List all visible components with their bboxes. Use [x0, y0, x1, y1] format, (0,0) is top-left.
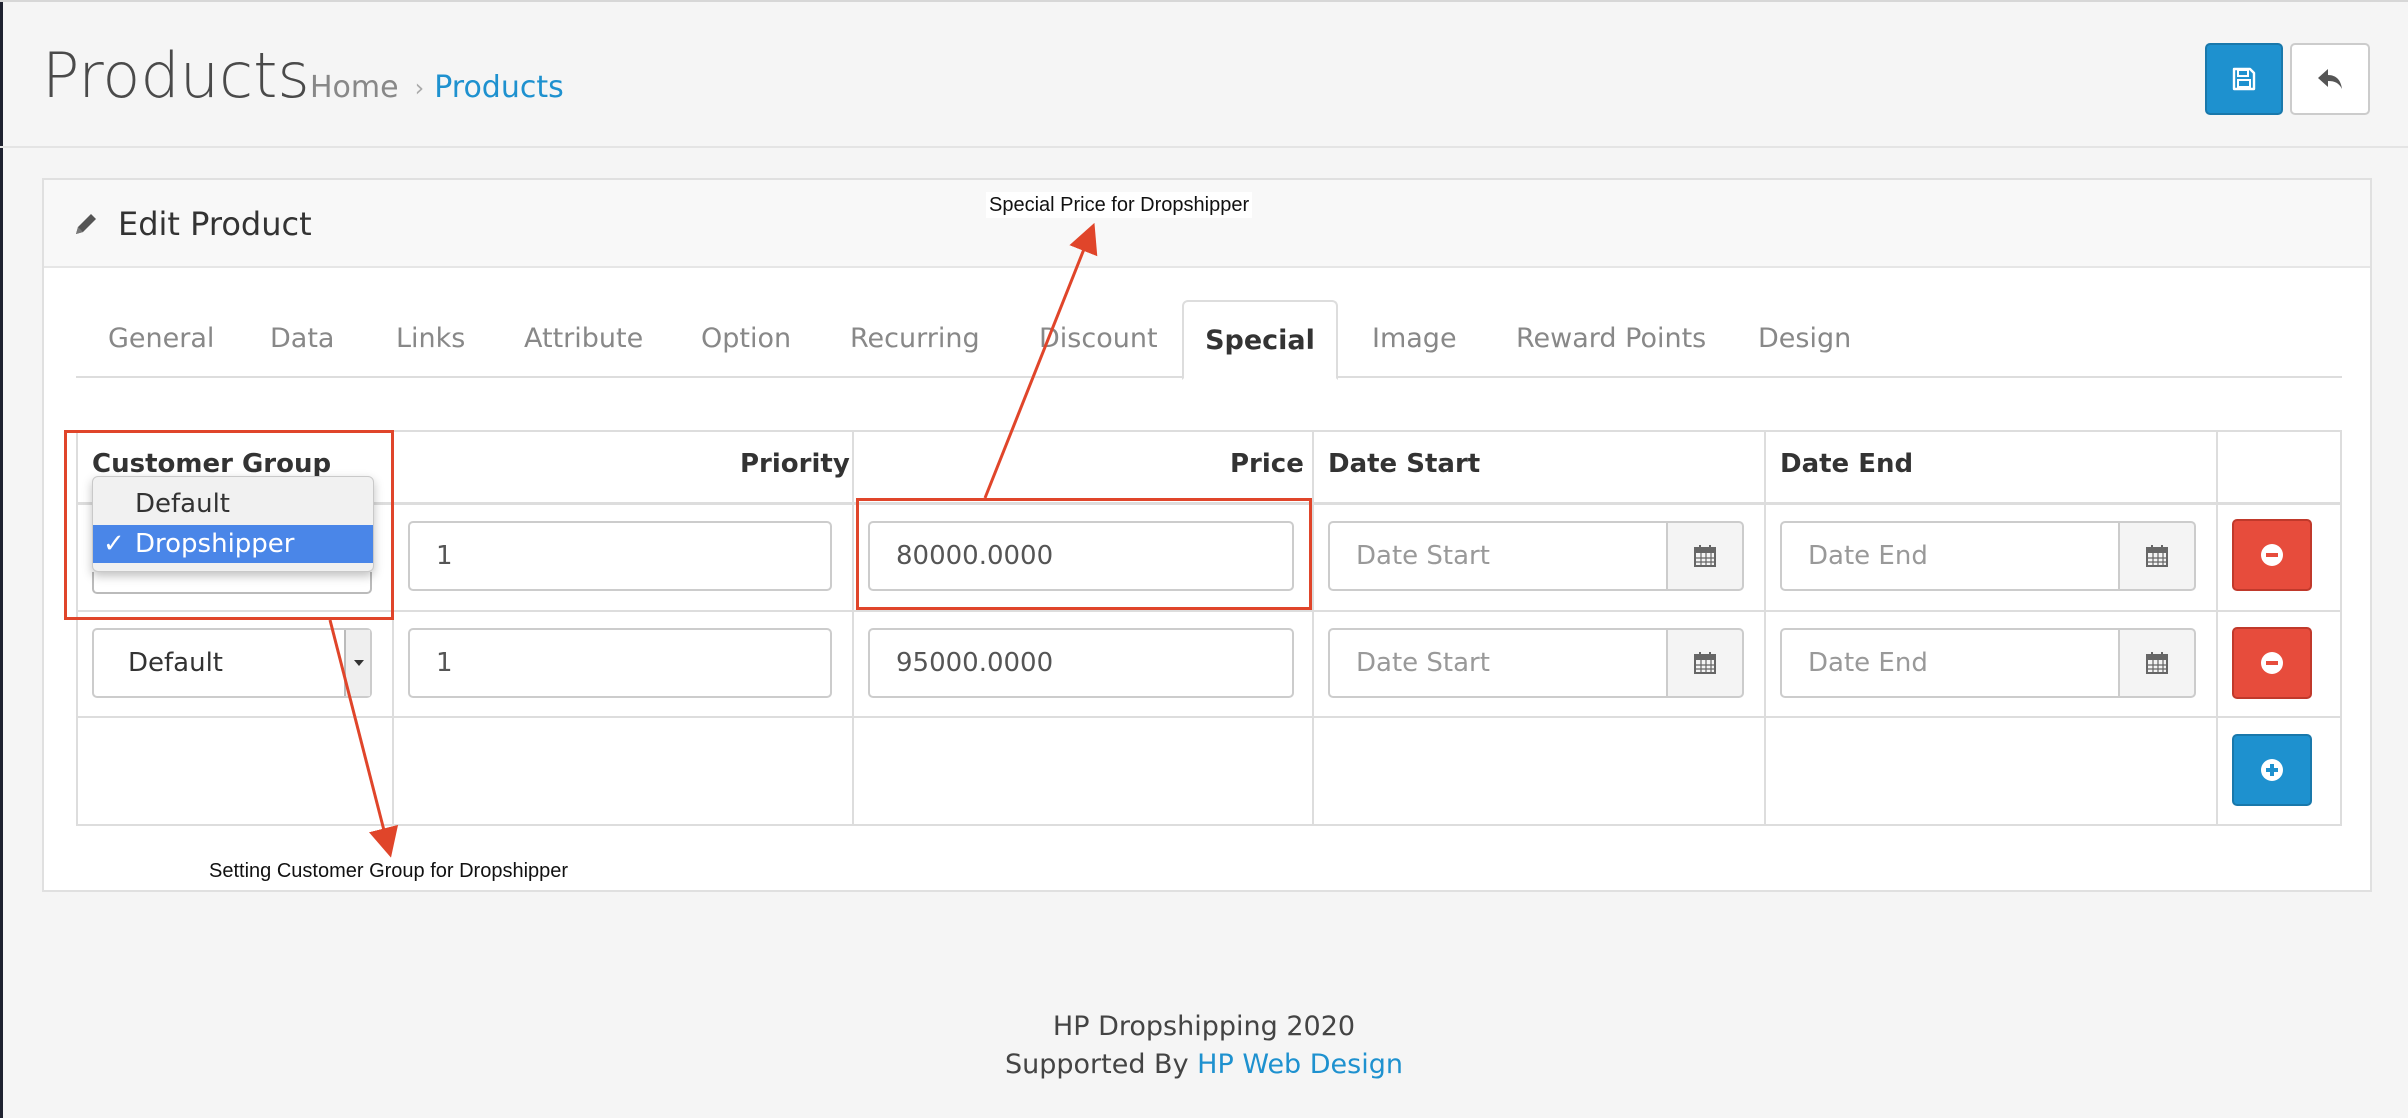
page-header: Products Home › Products — [0, 0, 2408, 148]
calendar-icon — [2146, 545, 2168, 567]
date-start-calendar-button[interactable] — [1666, 521, 1744, 591]
chevron-down-icon — [344, 630, 370, 696]
back-button[interactable] — [2290, 43, 2370, 115]
tab-data[interactable]: Data — [270, 300, 334, 378]
tab-attribute[interactable]: Attribute — [524, 300, 643, 378]
floppy-disk-icon — [2232, 67, 2256, 91]
date-end-input[interactable]: Date End — [1780, 628, 2120, 698]
table-divider — [852, 432, 854, 826]
breadcrumb: Home › Products — [310, 68, 564, 108]
panel-title: Edit Product — [118, 205, 312, 243]
tab-option[interactable]: Option — [701, 300, 791, 378]
header-date-end: Date End — [1780, 449, 1914, 479]
table-divider — [78, 610, 2340, 612]
page-title: Products — [42, 39, 310, 112]
table-divider — [1312, 432, 1314, 826]
footer-support-link[interactable]: HP Web Design — [1197, 1049, 1403, 1080]
annotation-customer-group: Setting Customer Group for Dropshipper — [206, 858, 572, 884]
tab-general[interactable]: General — [108, 300, 214, 378]
breadcrumb-products-link[interactable]: Products — [434, 68, 564, 108]
add-special-button[interactable] — [2232, 734, 2312, 806]
date-start-input[interactable]: Date Start — [1328, 521, 1668, 591]
table-divider — [1764, 432, 1766, 826]
calendar-icon — [2146, 652, 2168, 674]
price-highlight-box — [856, 498, 1312, 610]
tab-image[interactable]: Image — [1372, 300, 1457, 378]
customer-group-value: Default — [128, 648, 223, 678]
tab-links[interactable]: Links — [396, 300, 465, 378]
header-priority: Priority — [740, 449, 850, 479]
tab-reward-points[interactable]: Reward Points — [1516, 300, 1706, 378]
plus-circle-icon — [2261, 759, 2283, 781]
customer-group-select[interactable]: Default — [92, 628, 372, 698]
calendar-icon — [1694, 652, 1716, 674]
customer-group-highlight-box — [64, 430, 394, 620]
price-input[interactable]: 95000.0000 — [868, 628, 1294, 698]
breadcrumb-separator: › — [414, 74, 425, 102]
remove-row-button[interactable] — [2232, 519, 2312, 591]
priority-input[interactable]: 1 — [408, 628, 832, 698]
table-divider — [78, 716, 2340, 718]
table-divider — [2216, 432, 2218, 826]
tab-design[interactable]: Design — [1758, 300, 1851, 378]
date-end-input[interactable]: Date End — [1780, 521, 2120, 591]
reply-arrow-icon — [2318, 69, 2342, 89]
priority-input[interactable]: 1 — [408, 521, 832, 591]
tab-bar: General Data Links Attribute Option Recu… — [76, 300, 2342, 380]
header-price: Price — [1230, 449, 1304, 479]
minus-circle-icon — [2261, 652, 2283, 674]
tab-discount[interactable]: Discount — [1039, 300, 1158, 378]
minus-circle-icon — [2261, 544, 2283, 566]
date-end-calendar-button[interactable] — [2118, 628, 2196, 698]
calendar-icon — [1694, 545, 1716, 567]
pencil-icon — [76, 214, 96, 234]
annotation-special-price: Special Price for Dropshipper — [986, 192, 1253, 218]
footer-support: Supported By HP Web Design — [0, 1046, 2408, 1084]
date-start-calendar-button[interactable] — [1666, 628, 1744, 698]
footer-support-text: Supported By — [1004, 1049, 1189, 1080]
tab-recurring[interactable]: Recurring — [850, 300, 980, 378]
window-left-edge — [0, 0, 3, 1118]
date-start-input[interactable]: Date Start — [1328, 628, 1668, 698]
save-button[interactable] — [2205, 43, 2283, 115]
remove-row-button[interactable] — [2232, 627, 2312, 699]
date-end-calendar-button[interactable] — [2118, 521, 2196, 591]
footer-copyright: HP Dropshipping 2020 — [1052, 1011, 1356, 1042]
breadcrumb-home-link[interactable]: Home — [310, 68, 399, 108]
footer: HP Dropshipping 2020 Supported By HP Web… — [0, 1008, 2408, 1084]
tab-special[interactable]: Special — [1182, 300, 1338, 380]
header-date-start: Date Start — [1328, 449, 1481, 479]
